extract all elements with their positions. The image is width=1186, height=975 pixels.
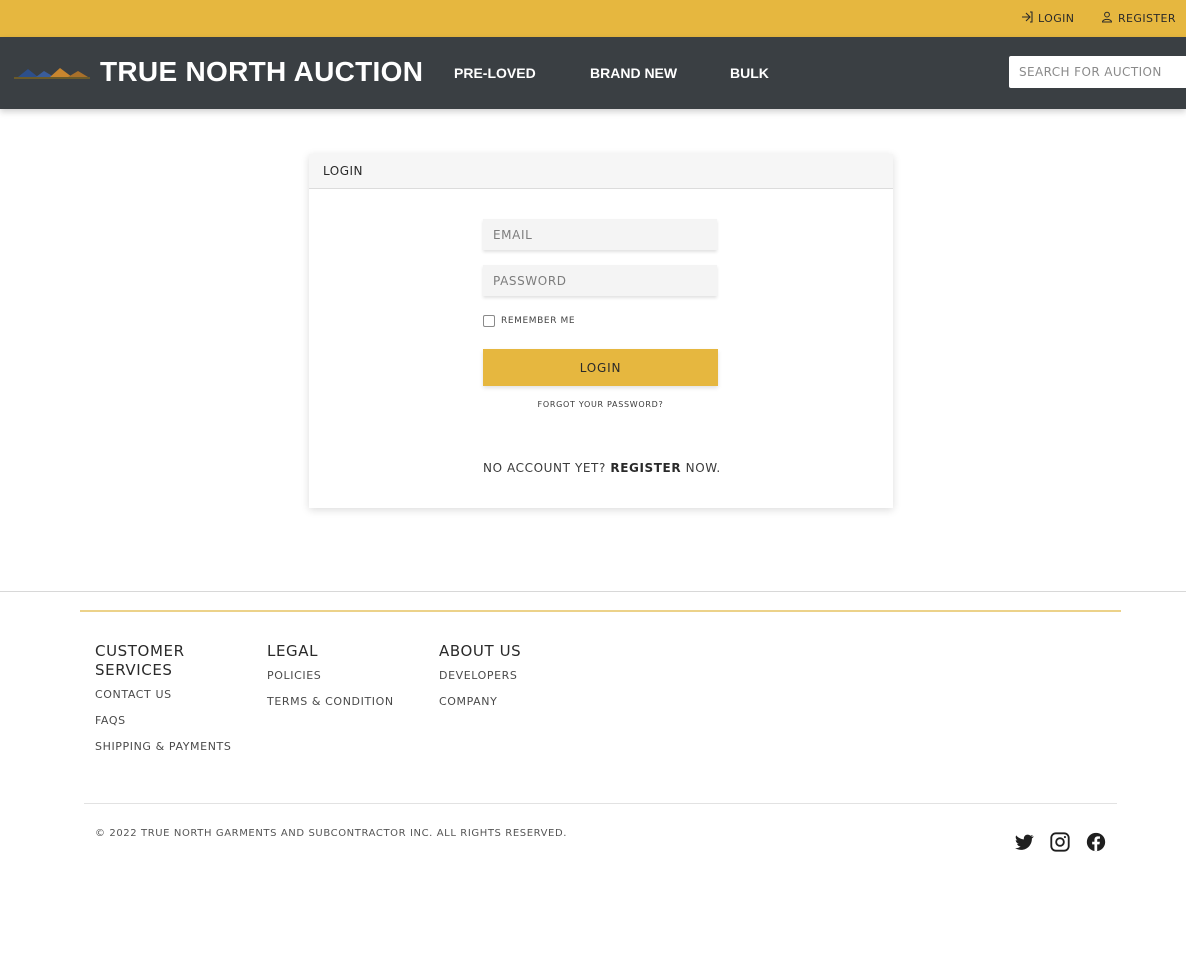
copyright-text: © 2022 TRUE NORTH GARMENTS AND SUBCONTRA…: [95, 828, 568, 839]
login-card: LOGIN REMEMBER ME LOGIN FORGOT YOUR PASS…: [309, 154, 893, 508]
instagram-icon[interactable]: [1049, 831, 1071, 853]
site-brand-title[interactable]: TRUE NORTH AUCTION: [100, 56, 423, 88]
footer-column-customer-services: CUSTOMER SERVICES CONTACT US FAQS SHIPPI…: [95, 642, 245, 766]
facebook-icon[interactable]: [1085, 831, 1107, 853]
remember-me-option[interactable]: REMEMBER ME: [483, 315, 575, 327]
password-field[interactable]: [483, 265, 717, 296]
footer-heading: LEGAL: [267, 642, 319, 660]
top-utility-bar: LOGIN REGISTER: [0, 0, 1186, 37]
remember-me-label: REMEMBER ME: [501, 316, 576, 326]
true-north-logo[interactable]: [14, 62, 90, 84]
footer-link-developers[interactable]: DEVELOPERS: [439, 669, 521, 683]
top-login-link[interactable]: LOGIN: [1021, 11, 1074, 26]
no-account-text: NO ACCOUNT YET? REGISTER NOW.: [483, 461, 721, 475]
nav-pre-loved[interactable]: PRE-LOVED: [454, 65, 536, 81]
top-register-label: REGISTER: [1118, 12, 1176, 25]
auction-search-input[interactable]: [1009, 56, 1186, 88]
nav-bulk[interactable]: BULK: [730, 65, 769, 81]
footer-heading: CUSTOMER SERVICES: [95, 642, 185, 679]
login-card-header: LOGIN: [309, 154, 893, 189]
footer-link-faqs[interactable]: FAQS: [95, 714, 245, 728]
user-icon: [1101, 11, 1113, 26]
footer-link-company[interactable]: COMPANY: [439, 695, 521, 709]
footer-divider: [0, 591, 1186, 592]
twitter-icon[interactable]: [1013, 831, 1035, 853]
nav-brand-new[interactable]: BRAND NEW: [590, 65, 677, 81]
remember-me-checkbox[interactable]: [483, 315, 495, 327]
footer-link-terms[interactable]: TERMS & CONDITION: [267, 695, 394, 709]
footer-link-shipping-payments[interactable]: SHIPPING & PAYMENTS: [95, 740, 245, 754]
top-login-label: LOGIN: [1038, 12, 1075, 25]
no-account-suffix: NOW.: [685, 461, 721, 475]
footer-bottom-divider: [84, 803, 1117, 804]
forgot-password-link[interactable]: FORGOT YOUR PASSWORD?: [483, 400, 718, 409]
login-card-title: LOGIN: [323, 164, 364, 178]
footer-link-contact-us[interactable]: CONTACT US: [95, 688, 245, 702]
email-field[interactable]: [483, 219, 717, 250]
footer-column-legal: LEGAL POLICIES TERMS & CONDITION: [267, 642, 394, 721]
footer-heading: ABOUT US: [439, 642, 522, 660]
main-navbar: TRUE NORTH AUCTION PRE-LOVED BRAND NEW B…: [0, 37, 1186, 109]
login-arrow-icon: [1021, 11, 1033, 26]
footer-link-policies[interactable]: POLICIES: [267, 669, 394, 683]
footer-accent-rule: [80, 610, 1121, 612]
top-register-link[interactable]: REGISTER: [1101, 11, 1176, 26]
login-submit-button[interactable]: LOGIN: [483, 349, 718, 386]
footer-column-about-us: ABOUT US DEVELOPERS COMPANY: [439, 642, 521, 721]
no-account-prefix: NO ACCOUNT YET?: [483, 461, 606, 475]
register-now-link[interactable]: REGISTER: [610, 461, 681, 475]
